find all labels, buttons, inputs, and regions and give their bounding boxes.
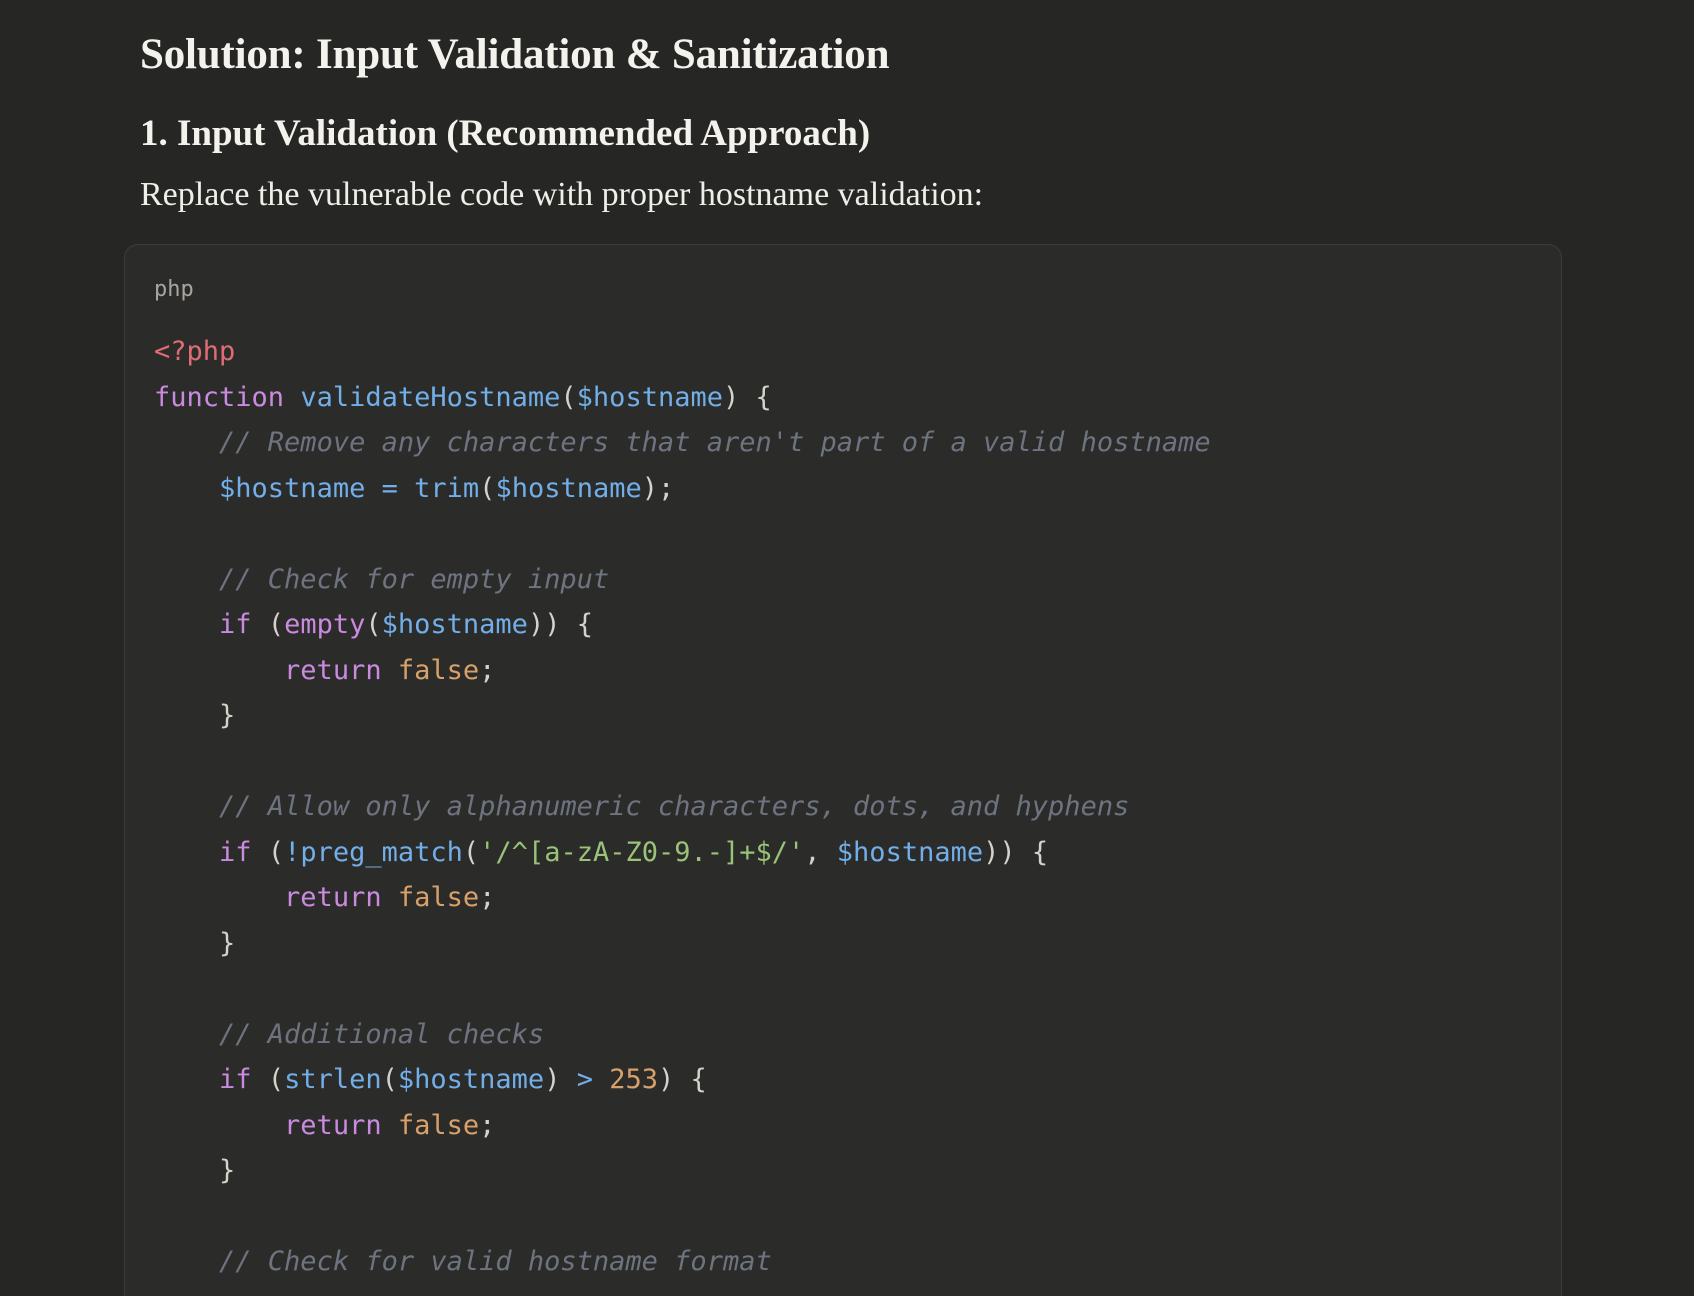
keyword: return [284,1109,382,1141]
variable: $hostname [219,472,366,504]
code-comment: // Check for empty input [219,563,610,595]
code-language-label: php [154,277,194,302]
keyword: if [219,836,252,868]
intro-paragraph: Replace the vulnerable code with proper … [140,176,984,213]
function-name: validateHostname [300,381,561,413]
function-call: strlen [284,1064,382,1095]
function-call: preg_match [300,836,463,868]
operator: ! [284,836,301,868]
keyword: return [284,654,382,686]
literal: false [397,654,480,686]
code-block[interactable]: php <?php function validateHostname($hos… [124,244,1562,1296]
code-comment: // Remove any characters that aren't par… [219,427,1211,458]
string-literal: '/^[a-zA-Z0-9.-]+$/' [479,836,805,868]
variable: $hostname [397,1064,545,1095]
keyword: if [219,1064,252,1095]
page-title: Solution: Input Validation & Sanitizatio… [140,31,890,78]
code-content[interactable]: <?php function validateHostname($hostnam… [154,329,1211,1285]
section-heading: 1. Input Validation (Recommended Approac… [140,113,871,154]
literal: false [397,882,480,913]
code-comment: // Additional checks [219,1018,545,1050]
literal: false [397,1109,480,1141]
php-open-tag: <?php [154,336,236,367]
variable: $hostname [381,609,528,640]
operator: > [576,1064,593,1095]
function-call: trim [414,472,480,504]
variable: $hostname [495,472,642,504]
number-literal: 253 [609,1064,659,1095]
keyword: if [219,609,252,640]
keyword: function [154,381,285,413]
code-comment: // Allow only alphanumeric characters, d… [219,791,1130,822]
variable: $hostname [836,836,984,868]
keyword: return [284,882,382,913]
code-comment: // Check for valid hostname format [219,1246,772,1277]
variable: $hostname [576,381,723,413]
function-call: empty [284,609,366,640]
